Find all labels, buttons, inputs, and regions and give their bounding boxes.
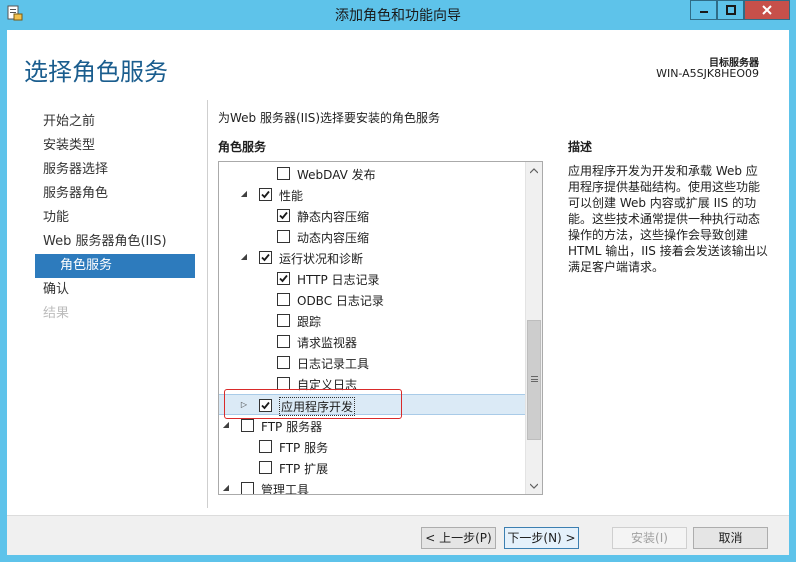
tree-row[interactable]: FTP 服务 <box>219 436 525 457</box>
tree-item-label: FTP 服务器 <box>261 420 323 434</box>
tree-item-label: HTTP 日志记录 <box>297 273 380 287</box>
tree-checkbox[interactable] <box>259 188 272 201</box>
tree-checkbox[interactable] <box>277 293 290 306</box>
tree-item-label: 请求监视器 <box>297 336 358 350</box>
tree-item-label: 性能 <box>279 189 304 203</box>
wizard-body: 选择角色服务 目标服务器 WIN-A5SJK8HEO09 开始之前 安装类型 服… <box>7 30 789 555</box>
tree-checkbox[interactable] <box>241 419 254 432</box>
scroll-down-icon <box>530 483 538 489</box>
annotation-highlight-box <box>224 389 402 419</box>
previous-button[interactable]: < 上一步(P) <box>421 527 496 549</box>
tree-checkbox[interactable] <box>259 461 272 474</box>
tree-item-label: 运行状况和诊断 <box>279 252 364 266</box>
scroll-down-button[interactable] <box>526 477 542 494</box>
tree-checkbox[interactable] <box>277 230 290 243</box>
tree-checkbox[interactable] <box>277 167 290 180</box>
checkmark-icon <box>261 190 270 199</box>
tree-row[interactable]: ODBC 日志记录 <box>219 289 525 310</box>
role-services-tree[interactable]: ◢ 管理工具 FTP 扩展 FTP 服务 ◢ FTP 服务器 ▷ 应用程序开发 自定义日志 日志记… <box>218 161 543 495</box>
tree-item-label: 日志记录工具 <box>297 357 370 371</box>
tree-item-label: 动态内容压缩 <box>297 231 370 245</box>
role-services-header: 角色服务 <box>218 140 267 154</box>
nav-item-role-services[interactable]: 角色服务 <box>35 254 195 278</box>
tree-item-label: FTP 服务 <box>279 441 329 455</box>
wizard-footer: < 上一步(P) 下一步(N) > 安装(I) 取消 <box>7 515 789 555</box>
tree-row[interactable]: 动态内容压缩 <box>219 226 525 247</box>
nav-item-before-you-begin[interactable]: 开始之前 <box>43 110 95 134</box>
checkmark-icon <box>279 211 288 220</box>
tree-row[interactable]: 日志记录工具 <box>219 352 525 373</box>
nav-item-web-server-role[interactable]: Web 服务器角色(IIS) <box>43 230 167 254</box>
tree-row[interactable]: 静态内容压缩 <box>219 205 525 226</box>
checkmark-icon <box>261 253 270 262</box>
tree-scrollbar[interactable] <box>525 162 542 494</box>
checkmark-icon <box>279 274 288 283</box>
expanded-arrow-icon[interactable]: ◢ <box>221 420 231 430</box>
nav-divider <box>207 100 208 508</box>
nav-item-installation-type[interactable]: 安装类型 <box>43 134 95 158</box>
scroll-up-button[interactable] <box>526 162 542 179</box>
tree-checkbox[interactable] <box>259 440 272 453</box>
tree-row[interactable]: ◢ 运行状况和诊断 <box>219 247 525 268</box>
tree-row[interactable]: ◢ 性能 <box>219 184 525 205</box>
expanded-arrow-icon[interactable]: ◢ <box>221 483 231 493</box>
intro-text: 为Web 服务器(IIS)选择要安装的角色服务 <box>218 111 441 125</box>
description-title: 描述 <box>568 140 593 154</box>
page-title: 选择角色服务 <box>24 58 168 86</box>
tree-checkbox[interactable] <box>277 335 290 348</box>
install-button: 安装(I) <box>612 527 687 549</box>
tree-row[interactable]: 跟踪 <box>219 310 525 331</box>
tree-checkbox[interactable] <box>277 314 290 327</box>
tree-item-label: FTP 扩展 <box>279 462 329 476</box>
cancel-button[interactable]: 取消 <box>693 527 768 549</box>
maximize-icon <box>725 5 736 15</box>
tree-checkbox[interactable] <box>259 251 272 264</box>
nav-item-results: 结果 <box>43 306 70 321</box>
tree-checkbox[interactable] <box>241 482 254 494</box>
close-button[interactable] <box>744 0 790 20</box>
tree-checkbox[interactable] <box>277 356 290 369</box>
tree-row[interactable]: ◢ 管理工具 <box>219 478 525 495</box>
tree-row[interactable]: 请求监视器 <box>219 331 525 352</box>
close-icon <box>762 5 772 15</box>
scroll-thumb[interactable] <box>527 320 541 440</box>
expanded-arrow-icon[interactable]: ◢ <box>239 189 249 199</box>
window-title: 添加角色和功能向导 <box>335 8 461 24</box>
maximize-button[interactable] <box>717 0 744 20</box>
tree-checkbox[interactable] <box>277 209 290 222</box>
tree-item-label: WebDAV 发布 <box>297 168 376 182</box>
tree-checkbox[interactable] <box>277 272 290 285</box>
tree-row[interactable]: FTP 扩展 <box>219 457 525 478</box>
nav-item-server-selection[interactable]: 服务器选择 <box>43 158 108 182</box>
target-server-name: WIN-A5SJK8HEO09 <box>656 67 759 80</box>
nav-item-features[interactable]: 功能 <box>43 206 69 230</box>
title-bar[interactable]: 添加角色和功能向导 <box>0 0 796 30</box>
tree-row[interactable]: HTTP 日志记录 <box>219 268 525 289</box>
minimize-icon <box>699 11 708 13</box>
tree-item-label: 静态内容压缩 <box>297 210 370 224</box>
expanded-arrow-icon[interactable]: ◢ <box>239 252 249 262</box>
tree-item-label: 跟踪 <box>297 315 322 329</box>
tree-item-label: ODBC 日志记录 <box>297 294 384 308</box>
description-text: 应用程序开发为开发和承载 Web 应用程序提供基础结构。使用这些功能可以创建 W… <box>568 164 768 274</box>
nav-item-confirmation[interactable]: 确认 <box>43 278 69 302</box>
minimize-button[interactable] <box>690 0 717 20</box>
tree-row[interactable]: WebDAV 发布 <box>219 163 525 184</box>
next-button[interactable]: 下一步(N) > <box>504 527 579 549</box>
scroll-grip-icon <box>531 376 538 382</box>
wizard-window: 添加角色和功能向导 选择角色服务 目标服务器 WIN-A5SJK8HEO09 开… <box>0 0 796 562</box>
tree-item-label: 管理工具 <box>261 483 310 495</box>
scroll-up-icon <box>530 167 538 173</box>
nav-item-server-roles[interactable]: 服务器角色 <box>43 182 108 206</box>
